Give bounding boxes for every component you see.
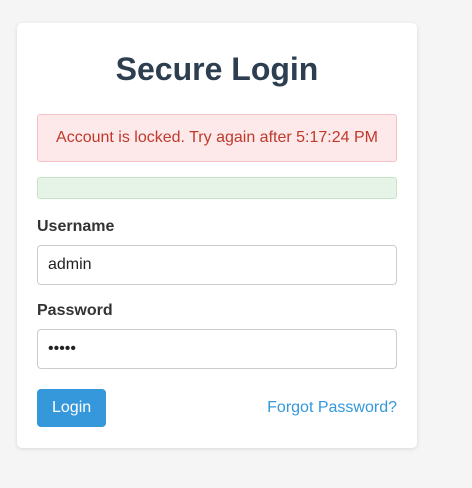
page-title: Secure Login xyxy=(115,51,319,87)
password-input[interactable] xyxy=(37,329,397,369)
username-label: Username xyxy=(37,218,115,235)
success-alert xyxy=(37,177,397,199)
login-button[interactable]: Login xyxy=(37,389,107,427)
form-actions: Login Forgot Password? xyxy=(37,389,397,427)
forgot-password-link[interactable]: Forgot Password? xyxy=(267,399,397,417)
password-label: Password xyxy=(37,302,113,319)
error-alert: Account is locked. Try again after 5:17:… xyxy=(37,114,397,162)
login-card: Secure Login Account is locked. Try agai… xyxy=(17,23,417,448)
username-input[interactable] xyxy=(37,245,397,285)
